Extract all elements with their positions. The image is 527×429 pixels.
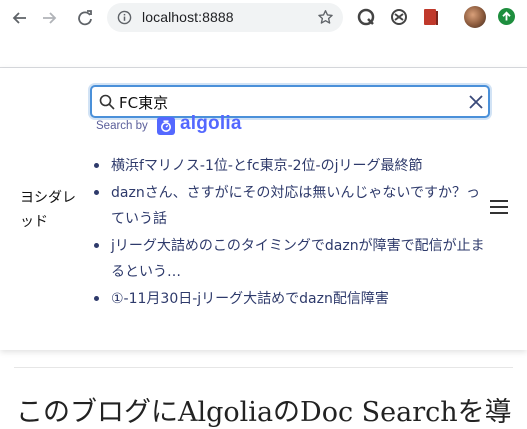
info-icon[interactable] — [117, 10, 132, 25]
search-results: 横浜fマリノス-1位-とfc東京-2位-のjリーグ最終節 daznさん、さすがに… — [92, 153, 492, 312]
forward-arrow-icon[interactable] — [40, 8, 60, 28]
url-text[interactable]: localhost:8888 — [142, 9, 234, 25]
algolia-wordmark[interactable]: algolia — [180, 113, 242, 135]
extension-icon[interactable] — [390, 8, 408, 26]
search-box[interactable] — [90, 85, 490, 118]
result-item[interactable]: ①-11月30日-jリーグ大詰めでdazn配信障害 — [92, 286, 492, 313]
search-by-label: Search by — [96, 120, 148, 132]
extension-icon[interactable] — [422, 8, 440, 26]
address-bar[interactable]: localhost:8888 — [107, 3, 343, 32]
avatar[interactable] — [464, 6, 486, 28]
result-item[interactable]: 横浜fマリノス-1位-とfc東京-2位-のjリーグ最終節 — [92, 153, 492, 180]
result-item[interactable]: daznさん、さすがにその対応は無いんじゃないですか？っていう話 — [92, 180, 492, 233]
clear-icon[interactable] — [468, 94, 484, 110]
back-arrow-icon[interactable] — [9, 8, 29, 28]
star-icon[interactable] — [317, 9, 334, 26]
update-icon[interactable] — [498, 8, 515, 25]
content-divider — [14, 367, 513, 368]
reload-icon[interactable] — [75, 8, 95, 28]
search-input[interactable] — [119, 91, 449, 113]
algolia-logo-icon[interactable] — [157, 117, 175, 135]
hamburger-menu-icon[interactable] — [490, 200, 508, 214]
extension-icon[interactable] — [357, 8, 375, 26]
article-title[interactable]: このブログにAlgoliaのDoc Searchを導 — [16, 390, 512, 429]
browser-toolbar: localhost:8888 — [0, 0, 527, 36]
magnifier-icon — [99, 94, 115, 110]
result-item[interactable]: jリーグ大詰めのこのタイミングでdaznが障害で配信が止まるという… — [92, 233, 492, 286]
site-title[interactable]: ヨシダレッド — [20, 186, 80, 234]
